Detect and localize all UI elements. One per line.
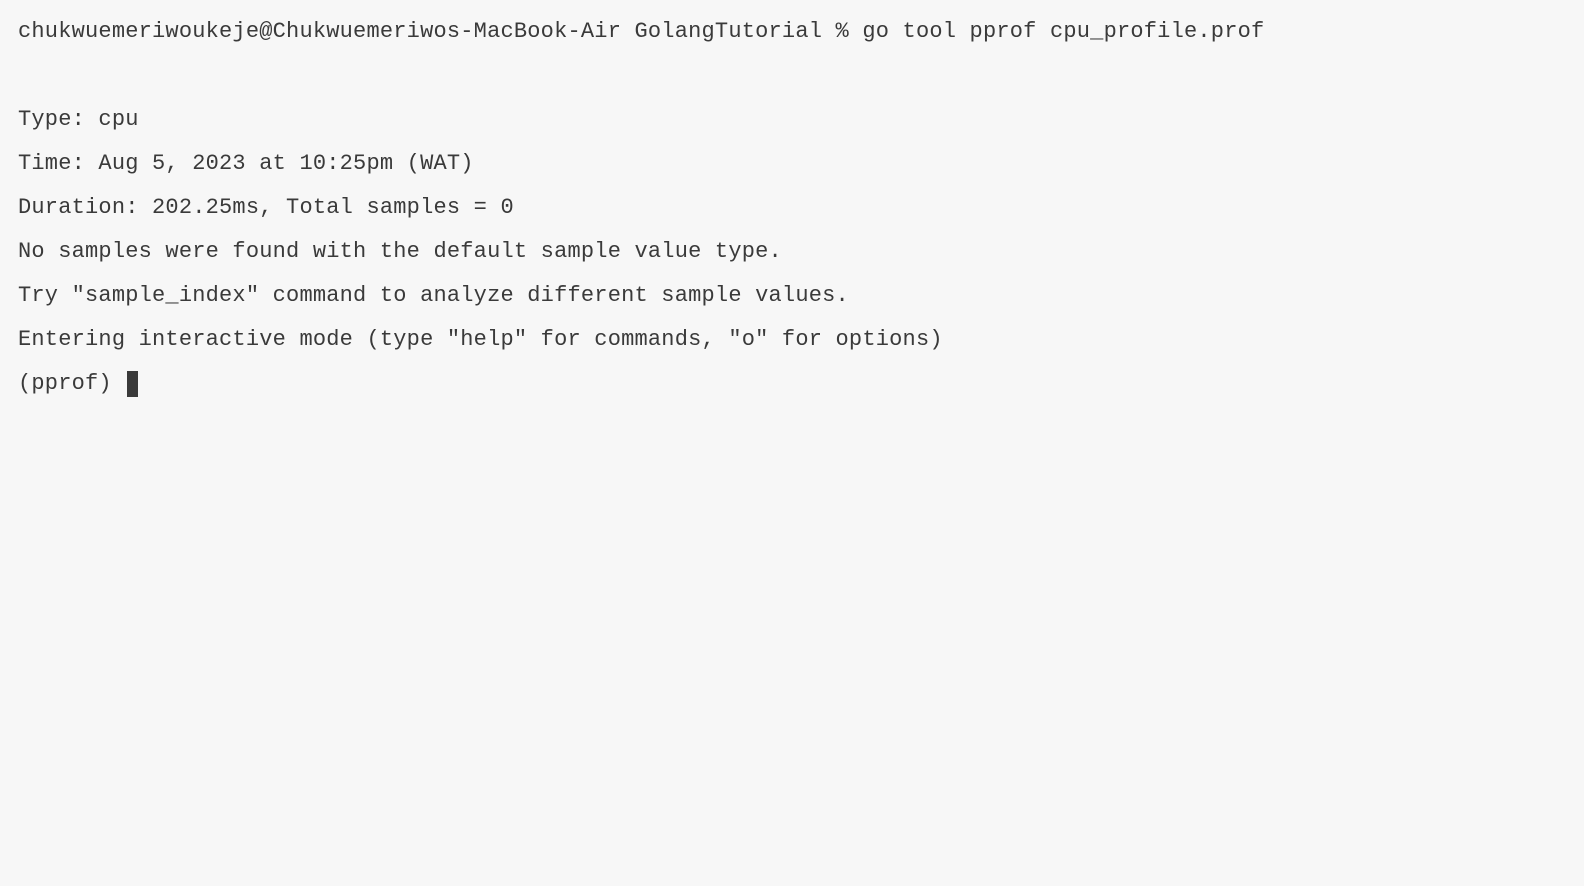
output-entering-mode: Entering interactive mode (type "help" f… xyxy=(18,318,1566,362)
pprof-prompt-text: (pprof) xyxy=(18,362,125,406)
pprof-prompt-line[interactable]: (pprof) xyxy=(18,362,1566,406)
output-duration: Duration: 202.25ms, Total samples = 0 xyxy=(18,186,1566,230)
output-type: Type: cpu xyxy=(18,98,1566,142)
cursor-icon xyxy=(127,371,138,397)
shell-command-line: chukwuemeriwoukeje@Chukwuemeriwos-MacBoo… xyxy=(18,10,1566,54)
blank-line xyxy=(18,54,1566,98)
output-no-samples: No samples were found with the default s… xyxy=(18,230,1566,274)
output-time: Time: Aug 5, 2023 at 10:25pm (WAT) xyxy=(18,142,1566,186)
output-try-hint: Try "sample_index" command to analyze di… xyxy=(18,274,1566,318)
